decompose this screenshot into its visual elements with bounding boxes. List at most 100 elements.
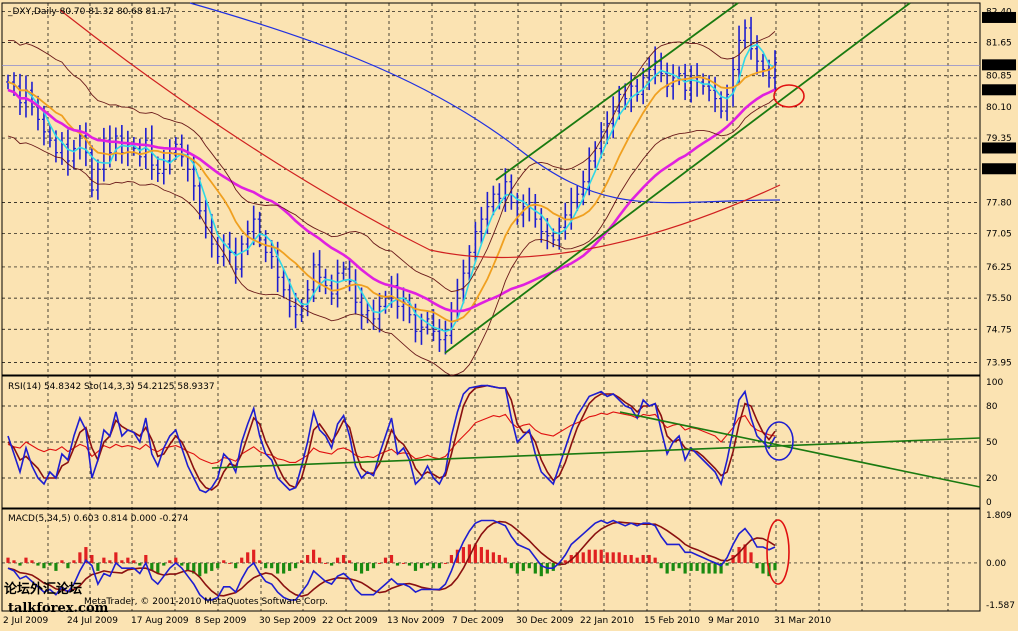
macd-hist-bar <box>114 552 118 563</box>
macd-hist-bar <box>737 547 741 563</box>
macd-hist-bar <box>761 562 765 574</box>
macd-hist-bar <box>222 560 226 563</box>
stoch-main-line <box>7 384 776 494</box>
macd-hist-bar <box>431 562 436 569</box>
macd-hist-bar <box>48 562 52 566</box>
macd-hist-bar <box>6 557 10 563</box>
macd-hist-bar <box>234 562 238 569</box>
macd-hist-bar <box>365 562 370 571</box>
price-tick-label: 80.10 <box>986 103 1012 113</box>
osc-tick-label: 80 <box>986 402 998 412</box>
macd-hist-bar <box>413 562 418 571</box>
macd-hist-bar <box>54 562 58 571</box>
macd-hist-bar <box>353 562 358 571</box>
macd-hist-bar <box>479 547 483 563</box>
macd-hist-bar <box>497 554 501 563</box>
x-axis-label: 24 Jul 2009 <box>67 616 118 626</box>
ma-long-blue <box>189 2 781 204</box>
macd-hist-bar <box>635 557 639 563</box>
macd-hist-bar <box>323 562 328 564</box>
macd-hist-bar <box>581 552 585 563</box>
macd-hist-bar <box>695 562 699 571</box>
price-level-label: 80.50 <box>984 86 1010 96</box>
macd-hist-bar <box>629 554 633 563</box>
macd-hist-bar <box>90 554 94 563</box>
macd-hist-bar <box>773 562 777 571</box>
x-axis-label: 30 Dec 2009 <box>516 616 574 626</box>
price-tick-label: 74.75 <box>986 325 1012 335</box>
channel-upper-line <box>495 2 739 181</box>
macd-hist-bar <box>341 554 346 563</box>
x-axis-label: 17 Aug 2009 <box>131 616 189 626</box>
macd-hist-bar <box>371 562 376 569</box>
macd-hist-bar <box>270 562 274 569</box>
price-tick-label: 73.95 <box>986 359 1012 369</box>
macd-hist-bar <box>162 562 166 566</box>
macd-hist-bar <box>401 562 406 564</box>
macd-hist-bar <box>36 562 40 566</box>
price-tick-label: 75.50 <box>986 294 1012 304</box>
x-axis-label: 7 Dec 2009 <box>452 616 504 626</box>
macd-hist-bar <box>491 552 495 563</box>
macd-hist-bar <box>264 562 268 569</box>
macd-hist-bar <box>533 562 537 574</box>
price-level-label: 82.24 <box>984 14 1010 24</box>
rsi-highlight-ellipse <box>764 421 794 461</box>
price-highlight-ellipse <box>773 84 805 108</box>
macd-hist-bar <box>216 562 220 569</box>
macd-hist-bar <box>138 562 142 566</box>
osc-tick-label: 50 <box>986 438 998 448</box>
macd-hist-bar <box>359 562 364 574</box>
macd-hist-bar <box>377 562 382 564</box>
macd-hist-bar <box>587 549 591 563</box>
macd-hist-bar <box>108 560 112 563</box>
osc-tick-label: 100 <box>986 378 1003 388</box>
chart-root: 82.4081.6580.8580.1079.3578.6077.8077.05… <box>0 0 1018 627</box>
macd-hist-bar <box>437 562 442 569</box>
macd-hist-bar <box>180 562 184 566</box>
macd-tick-label: 0.00 <box>986 559 1006 569</box>
x-axis-label: 15 Feb 2010 <box>644 616 700 626</box>
macd-hist-bar <box>449 554 454 563</box>
macd-hist-bar <box>419 562 424 569</box>
macd-hist-bar <box>623 554 627 563</box>
price-tick-label: 76.25 <box>986 263 1012 273</box>
macd-hist-bar <box>701 562 705 574</box>
macd-hist-bar <box>252 549 256 563</box>
macd-hist-bar <box>347 560 352 563</box>
price-pane-header: _DXY,Daily 80.70 81.32 80.68 81.17 <box>7 7 171 17</box>
macd-hist-bar <box>329 562 334 566</box>
macd-tick-label: -1.587 <box>986 601 1015 611</box>
macd-hist-bar <box>66 562 70 569</box>
macd-hist-bar <box>659 562 663 569</box>
price-level-label: 81.10 <box>984 61 1010 71</box>
macd-hist-bar <box>617 552 621 563</box>
macd-hist-bar <box>665 562 669 574</box>
price-tick-label: 77.80 <box>986 199 1012 209</box>
macd-hist-bar <box>72 560 76 563</box>
macd-hist-bar <box>383 557 388 563</box>
bollinger-upper <box>7 31 776 293</box>
macd-hist-bar <box>725 562 729 566</box>
macd-hist-bar <box>605 552 609 563</box>
macd-hist-bar <box>521 562 525 571</box>
macd-hist-bar <box>689 562 693 571</box>
x-axis-label: 13 Nov 2009 <box>387 616 445 626</box>
macd-hist-bar <box>312 549 316 563</box>
macd-hist-bar <box>395 562 400 566</box>
macd-hist-bar <box>599 549 603 563</box>
osc-tick-label: 20 <box>986 474 998 484</box>
macd-hist-bar <box>246 552 250 563</box>
stoch-signal-line <box>7 384 776 491</box>
macd-hist-bar <box>509 562 513 569</box>
macd-hist-bar <box>611 552 615 563</box>
macd-hist-bar <box>683 562 687 574</box>
macd-hist-bar <box>12 560 16 563</box>
macd-hist-bar <box>407 562 412 566</box>
macd-hist-bar <box>120 560 124 563</box>
macd-hist-bar <box>671 562 675 571</box>
macd-hist-bar <box>389 554 394 563</box>
x-axis-label: 22 Jan 2010 <box>580 616 634 626</box>
macd-hist-bar <box>335 557 340 563</box>
price-level-label: 78.60 <box>984 165 1010 175</box>
